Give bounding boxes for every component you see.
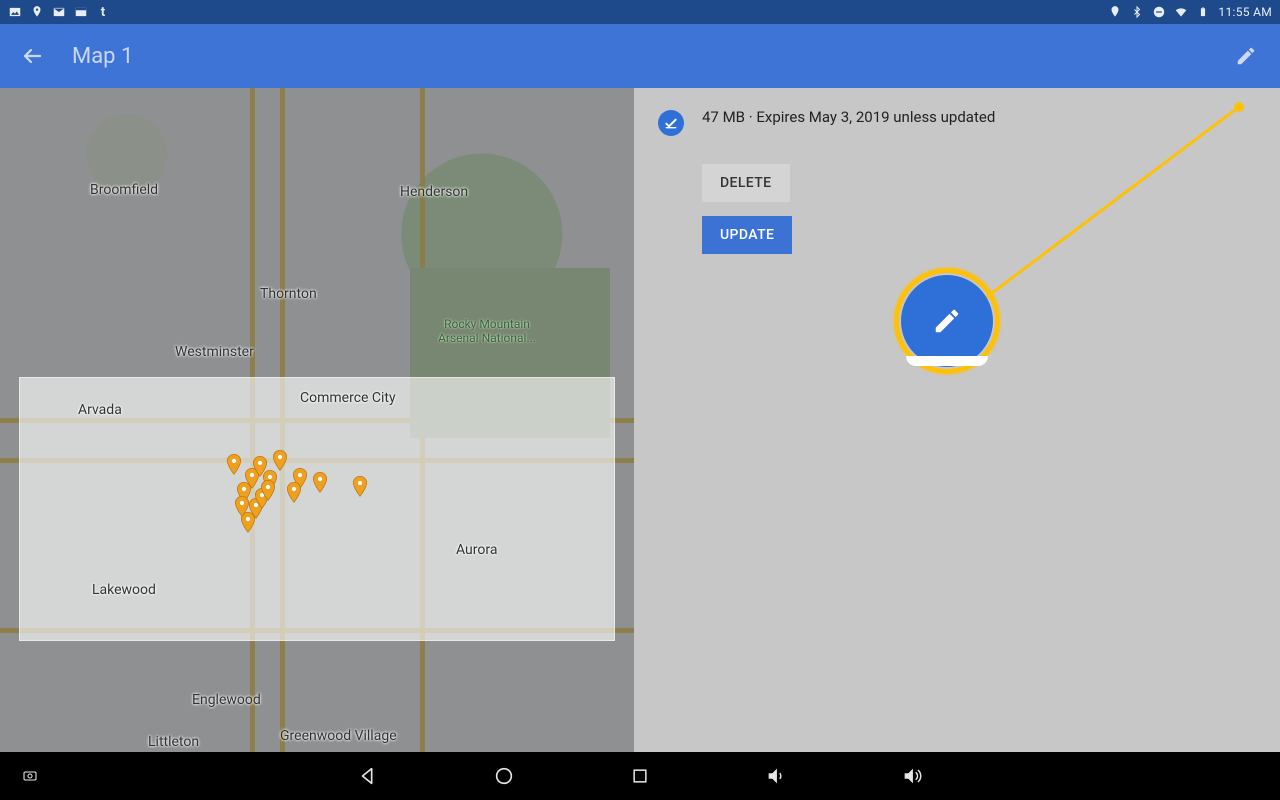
content-area: Rocky Mountain Arsenal National... Broom… (0, 88, 1280, 752)
nav-home-button[interactable] (491, 763, 517, 789)
android-nav-bar (0, 752, 1280, 800)
bluetooth-icon (1130, 5, 1144, 19)
location-icon (1108, 5, 1122, 19)
maps-icon (30, 5, 44, 19)
page-title: Map 1 (72, 44, 133, 69)
delete-button[interactable]: DELETE (702, 164, 790, 202)
downloaded-badge-icon (658, 110, 684, 136)
nav-volume-down-button[interactable] (763, 763, 789, 789)
calendar-icon (74, 5, 88, 19)
map-pin-icon (234, 496, 250, 518)
map-pin-icon (272, 450, 288, 472)
callout-endpoint-dot (1234, 102, 1244, 112)
battery-icon (1196, 5, 1210, 19)
nav-recents-button[interactable] (627, 763, 653, 789)
nav-back-button[interactable] (355, 763, 381, 789)
map-pin-icon (260, 480, 276, 502)
back-button[interactable] (20, 44, 44, 68)
status-bar-right: 11:55 AM (1108, 5, 1272, 19)
screenshot-nav-icon[interactable] (17, 763, 43, 789)
nav-volume-up-button[interactable] (899, 763, 925, 789)
status-clock: 11:55 AM (1218, 5, 1272, 19)
tumblr-icon: t (96, 5, 110, 19)
mail-icon (52, 5, 66, 19)
detail-info-text: 47 MB · Expires May 3, 2019 unless updat… (702, 108, 995, 126)
picture-icon (8, 5, 22, 19)
wifi-icon (1174, 5, 1188, 19)
map-pin-icon (352, 476, 368, 498)
pencil-icon (932, 306, 962, 336)
edit-button[interactable] (1232, 42, 1260, 70)
android-status-bar: t 11:55 AM (0, 0, 1280, 24)
status-bar-left: t (8, 5, 110, 19)
map-pin-icon (312, 472, 328, 494)
detail-panel: 47 MB · Expires May 3, 2019 unless updat… (634, 88, 1280, 752)
map-pin-icon (286, 482, 302, 504)
edit-button-highlight[interactable] (894, 268, 1000, 374)
dnd-icon (1152, 5, 1166, 19)
map-preview: Rocky Mountain Arsenal National... Broom… (0, 88, 634, 752)
map-pin-icon (226, 454, 242, 476)
app-bar: Map 1 (0, 24, 1280, 88)
update-button[interactable]: UPDATE (702, 216, 792, 254)
selection-rectangle (20, 378, 614, 640)
